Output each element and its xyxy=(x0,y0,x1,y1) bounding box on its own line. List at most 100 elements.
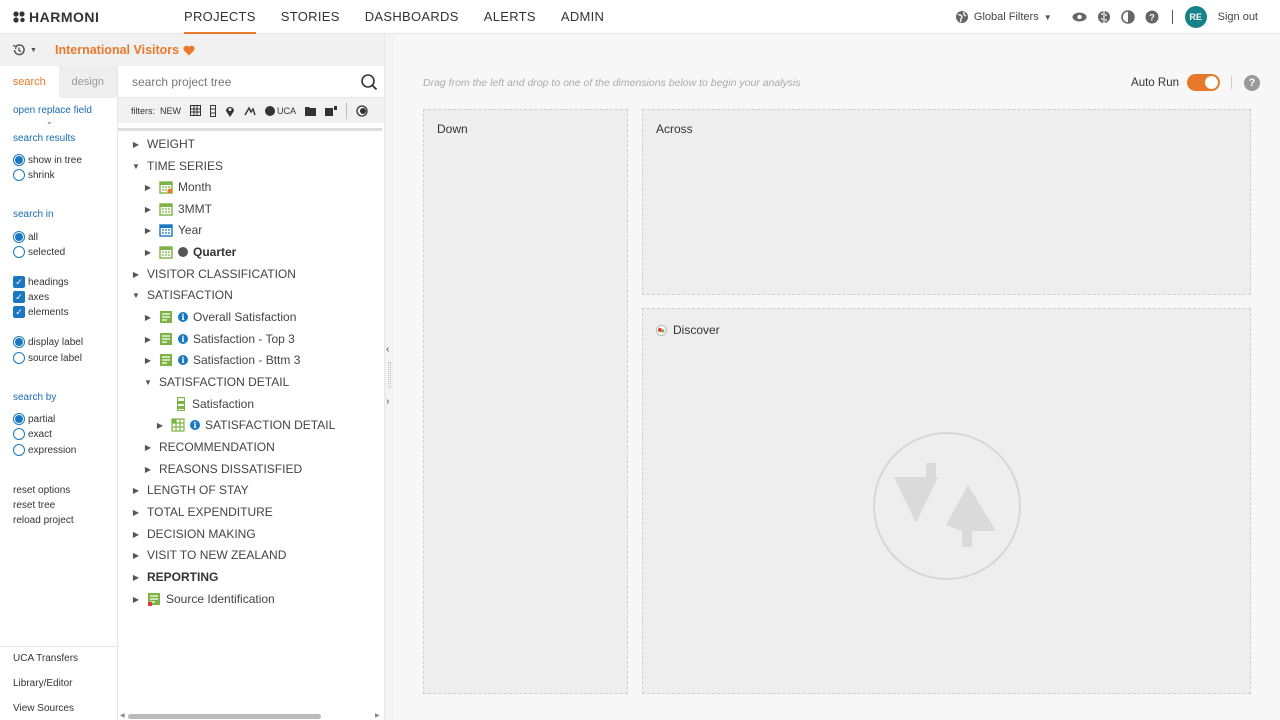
visibility-toggle-icon[interactable] xyxy=(356,104,368,118)
tree-node-year[interactable]: ▶ Year xyxy=(143,220,202,240)
tree-node-time-series[interactable]: ▼ TIME SERIES xyxy=(131,156,223,176)
radio-button[interactable] xyxy=(13,336,25,348)
checkbox-axes[interactable]: ✓ axes xyxy=(13,291,49,303)
tab-search[interactable]: search xyxy=(0,66,59,98)
radio-button[interactable] xyxy=(13,246,25,258)
tree-node-reporting[interactable]: ▶ REPORTING xyxy=(131,567,218,587)
collapse-arrow-icon[interactable]: ▼ xyxy=(131,161,141,171)
column-filter-icon[interactable] xyxy=(210,104,217,118)
panel-splitter[interactable]: ‹ › xyxy=(384,34,394,720)
expand-arrow-icon[interactable]: ▶ xyxy=(155,420,165,430)
tree-node-visitor-classification[interactable]: ▶ VISITOR CLASSIFICATION xyxy=(131,264,296,284)
expand-arrow-icon[interactable]: ▶ xyxy=(131,572,141,582)
option-selected[interactable]: selected xyxy=(13,246,65,258)
eye-icon[interactable] xyxy=(1072,9,1088,25)
discover-drop-zone[interactable]: Discover xyxy=(642,308,1251,694)
harmoni-logo[interactable]: HARMONI xyxy=(13,9,99,25)
user-avatar[interactable]: RE xyxy=(1184,6,1207,28)
drag-handle-icon[interactable] xyxy=(388,362,391,388)
tree-node-quarter[interactable]: ▶ Quarter xyxy=(143,242,236,262)
radio-button[interactable] xyxy=(13,352,25,364)
tree-top-scroll-indicator[interactable] xyxy=(118,128,382,131)
tree-node-satisfaction-bttm3[interactable]: ▶ i Satisfaction - Bttm 3 xyxy=(143,350,300,370)
expand-arrow-icon[interactable]: ▶ xyxy=(143,247,153,257)
expand-arrow-icon[interactable]: ▶ xyxy=(131,529,141,539)
radio-button[interactable] xyxy=(13,231,25,243)
expand-arrow-icon[interactable]: ▶ xyxy=(143,355,153,365)
expand-arrow-icon[interactable]: ▶ xyxy=(131,139,141,149)
expand-arrow-icon[interactable]: ▶ xyxy=(131,594,141,604)
info-icon[interactable]: i xyxy=(178,312,188,322)
tab-design[interactable]: design xyxy=(58,66,117,98)
nav-admin[interactable]: ADMIN xyxy=(561,0,604,34)
table-filter-icon[interactable] xyxy=(325,104,338,118)
info-icon[interactable]: i xyxy=(178,355,188,365)
uca-transfers-link[interactable]: UCA Transfers xyxy=(13,653,78,664)
option-show-in-tree[interactable]: show in tree xyxy=(13,154,82,166)
scrollbar-thumb[interactable] xyxy=(128,714,321,719)
tree-node-satisfaction-top3[interactable]: ▶ i Satisfaction - Top 3 xyxy=(143,329,295,349)
reset-tree-link[interactable]: reset tree xyxy=(13,500,55,511)
tree-node-decision-making[interactable]: ▶ DECISION MAKING xyxy=(131,524,256,544)
expand-arrow-icon[interactable]: ▶ xyxy=(131,269,141,279)
collapse-left-icon[interactable]: ‹ xyxy=(386,344,389,355)
tree-node-3mmt[interactable]: ▶ 3MMT xyxy=(143,199,212,219)
option-source-label[interactable]: source label xyxy=(13,352,82,364)
uca-filter-button[interactable]: UCA xyxy=(265,104,296,118)
radio-button[interactable] xyxy=(13,154,25,166)
expand-arrow-icon[interactable]: ▶ xyxy=(143,442,153,452)
contrast-icon[interactable] xyxy=(1120,9,1136,25)
tree-node-month[interactable]: ▶ Month xyxy=(143,177,211,197)
chevron-down-icon[interactable]: ⌄ xyxy=(46,117,53,126)
radio-button[interactable] xyxy=(13,444,25,456)
checkbox[interactable]: ✓ xyxy=(13,291,25,303)
reload-project-link[interactable]: reload project xyxy=(13,515,74,526)
checkbox[interactable]: ✓ xyxy=(13,276,25,288)
history-dropdown[interactable]: ▼ xyxy=(5,40,45,60)
tree-node-satisfaction-field[interactable]: Satisfaction xyxy=(177,394,254,414)
auto-run-toggle[interactable] xyxy=(1187,74,1220,91)
tree-node-length-of-stay[interactable]: ▶ LENGTH OF STAY xyxy=(131,480,249,500)
radio-button[interactable] xyxy=(13,169,25,181)
expand-arrow-icon[interactable]: ▶ xyxy=(131,485,141,495)
checkbox[interactable]: ✓ xyxy=(13,306,25,318)
tree-node-satisfaction-detail-grid[interactable]: ▶ i SATISFACTION DETAIL xyxy=(155,415,335,435)
scroll-right-icon[interactable]: ▶ xyxy=(375,712,380,719)
tree-search-input[interactable] xyxy=(132,74,352,90)
down-drop-zone[interactable]: Down xyxy=(423,109,628,694)
checkbox-headings[interactable]: ✓ headings xyxy=(13,276,69,288)
info-icon[interactable]: i xyxy=(178,334,188,344)
tree-node-weight[interactable]: ▶ WEIGHT xyxy=(131,134,195,154)
filter-new-button[interactable]: NEW xyxy=(160,104,181,118)
info-icon[interactable]: i xyxy=(190,420,200,430)
option-expression[interactable]: expression xyxy=(13,444,76,456)
collapse-arrow-icon[interactable]: ▼ xyxy=(131,290,141,300)
option-display-label[interactable]: display label xyxy=(13,336,83,348)
tree-node-recommendation[interactable]: ▶ RECOMMENDATION xyxy=(143,437,275,457)
tree-node-satisfaction[interactable]: ▼ SATISFACTION xyxy=(131,285,233,305)
heart-icon[interactable] xyxy=(183,45,195,56)
weight-filter-icon[interactable] xyxy=(244,104,256,118)
checkbox-elements[interactable]: ✓ elements xyxy=(13,306,69,318)
tree-node-satisfaction-detail-folder[interactable]: ▼ SATISFACTION DETAIL xyxy=(143,372,289,392)
nav-dashboards[interactable]: DASHBOARDS xyxy=(365,0,459,34)
expand-arrow-icon[interactable]: ▶ xyxy=(143,312,153,322)
expand-arrow-icon[interactable]: ▶ xyxy=(143,464,153,474)
expand-arrow-icon[interactable]: ▶ xyxy=(143,334,153,344)
radio-button[interactable] xyxy=(13,428,25,440)
expand-arrow-icon[interactable]: ▶ xyxy=(143,182,153,192)
nav-projects[interactable]: PROJECTS xyxy=(184,0,256,34)
across-drop-zone[interactable]: Across xyxy=(642,109,1251,295)
help-icon[interactable]: ? xyxy=(1144,9,1160,25)
tree-horizontal-scrollbar[interactable]: ◀ ▶ xyxy=(118,712,384,720)
search-icon[interactable] xyxy=(360,73,378,91)
expand-arrow-icon[interactable]: ▶ xyxy=(143,225,153,235)
scroll-left-icon[interactable]: ◀ xyxy=(120,712,125,719)
tree-node-reasons-dissatisfied[interactable]: ▶ REASONS DISSATISFIED xyxy=(143,459,302,479)
option-exact[interactable]: exact xyxy=(13,428,52,440)
radio-button[interactable] xyxy=(13,413,25,425)
tree-node-overall-satisfaction[interactable]: ▶ i Overall Satisfaction xyxy=(143,307,296,327)
expand-arrow-icon[interactable]: ▶ xyxy=(131,550,141,560)
library-editor-link[interactable]: Library/Editor xyxy=(13,678,72,689)
grid-filter-icon[interactable] xyxy=(190,104,202,118)
